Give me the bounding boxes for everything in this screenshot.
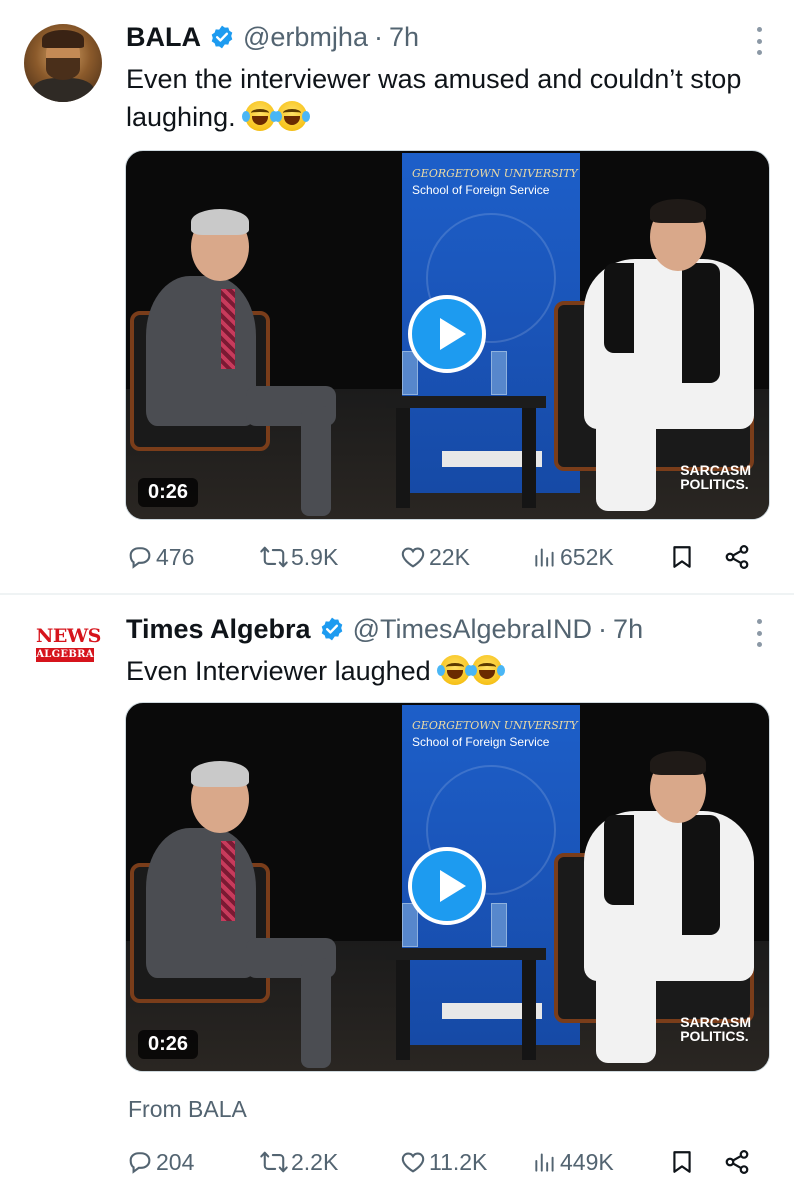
video-duration: 0:26 — [138, 478, 199, 507]
more-options-icon[interactable] — [754, 619, 764, 647]
reply-count: 204 — [156, 1148, 195, 1175]
watermark-line: SARCASM — [680, 1014, 751, 1030]
play-button-icon[interactable] — [408, 847, 486, 925]
share-button[interactable] — [723, 543, 751, 571]
banner-title: GEORGETOWN UNIVERSITY — [412, 167, 578, 180]
author-name[interactable]: Times Algebra — [126, 614, 311, 645]
repost-button[interactable]: 2.2K — [259, 1148, 338, 1176]
tweet-actions: 204 2.2K 11.2K 449K — [126, 1145, 766, 1179]
tweet-actions: 476 5.9K 22K 652K — [126, 540, 766, 574]
timestamp[interactable]: 7h — [389, 22, 419, 53]
watermark-line: POLITICS. — [680, 476, 749, 492]
repost-count: 2.2K — [291, 1148, 339, 1175]
verified-badge-icon — [319, 616, 345, 642]
watermark-line: POLITICS. — [680, 1028, 749, 1044]
like-button[interactable]: 11.2K — [399, 1148, 487, 1176]
author-name[interactable]: BALA — [126, 22, 201, 53]
play-button-icon[interactable] — [408, 295, 486, 373]
video-attribution[interactable]: From BALA — [128, 1096, 247, 1123]
views-chart-icon — [535, 548, 554, 567]
tears-of-joy-emoji-icon — [469, 655, 506, 685]
video-duration: 0:26 — [138, 1030, 199, 1059]
like-count: 11.2K — [429, 1148, 488, 1175]
author-handle[interactable]: @erbmjha — [243, 22, 368, 53]
tweet-text: Even Interviewer laughed — [126, 652, 776, 690]
bookmark-icon — [673, 1151, 691, 1173]
repost-icon — [260, 546, 288, 568]
tweet-divider — [0, 593, 794, 595]
share-icon — [725, 545, 749, 569]
watermark-line: SARCASM — [680, 462, 751, 478]
bookmark-icon — [673, 546, 691, 568]
tears-of-joy-emoji-icon — [242, 101, 279, 131]
video-watermark: SARCASM POLITICS. — [680, 463, 751, 491]
tweet-text: Even the interviewer was amused and coul… — [126, 60, 776, 136]
logo-line: NEWS — [36, 625, 101, 647]
banner-subtitle: School of Foreign Service — [412, 183, 550, 197]
share-button[interactable] — [723, 1148, 751, 1176]
repost-button[interactable]: 5.9K — [259, 543, 338, 571]
views-button[interactable]: 449K — [532, 1148, 614, 1176]
author-handle[interactable]: @TimesAlgebraIND — [353, 614, 592, 645]
banner-subtitle: School of Foreign Service — [412, 735, 550, 749]
tweet[interactable]: BALA @erbmjha · 7h Even the interviewer … — [0, 0, 794, 594]
avatar-news-algebra-logo[interactable]: NEWS ALGEBRA — [36, 625, 101, 680]
heart-icon — [401, 1152, 425, 1173]
reply-button[interactable]: 476 — [126, 543, 194, 571]
tweet-text-content: Even Interviewer laughed — [126, 656, 431, 686]
video-player[interactable]: GEORGETOWN UNIVERSITY School of Foreign … — [125, 150, 770, 520]
repost-count: 5.9K — [291, 543, 339, 570]
verified-badge-icon — [209, 24, 235, 50]
tweet-header: Times Algebra @TimesAlgebraIND · 7h — [126, 612, 643, 646]
tears-of-joy-emoji-icon — [437, 655, 474, 685]
avatar[interactable] — [24, 24, 102, 102]
view-count: 449K — [560, 1148, 614, 1175]
banner-title: GEORGETOWN UNIVERSITY — [412, 719, 578, 732]
more-options-icon[interactable] — [754, 27, 764, 55]
tweet-header: BALA @erbmjha · 7h — [126, 20, 419, 54]
repost-icon — [260, 1151, 288, 1173]
bookmark-button[interactable] — [669, 1148, 695, 1176]
reply-icon — [129, 1152, 151, 1174]
tweet-text-content: Even the interviewer was amused and coul… — [126, 64, 742, 132]
logo-line: ALGEBRA — [36, 648, 94, 662]
share-icon — [725, 1150, 749, 1174]
heart-icon — [401, 547, 425, 568]
bookmark-button[interactable] — [669, 543, 695, 571]
like-button[interactable]: 22K — [399, 543, 470, 571]
views-button[interactable]: 652K — [532, 543, 614, 571]
separator-dot: · — [598, 613, 608, 644]
tears-of-joy-emoji-icon — [274, 101, 311, 131]
timestamp[interactable]: 7h — [613, 614, 643, 645]
reply-count: 476 — [156, 543, 195, 570]
video-watermark: SARCASM POLITICS. — [680, 1015, 751, 1043]
view-count: 652K — [560, 543, 614, 570]
reply-icon — [129, 547, 151, 569]
views-chart-icon — [535, 1153, 554, 1172]
video-player[interactable]: GEORGETOWN UNIVERSITY School of Foreign … — [125, 702, 770, 1072]
reply-button[interactable]: 204 — [126, 1148, 194, 1176]
separator-dot: · — [373, 21, 383, 52]
like-count: 22K — [429, 543, 470, 570]
